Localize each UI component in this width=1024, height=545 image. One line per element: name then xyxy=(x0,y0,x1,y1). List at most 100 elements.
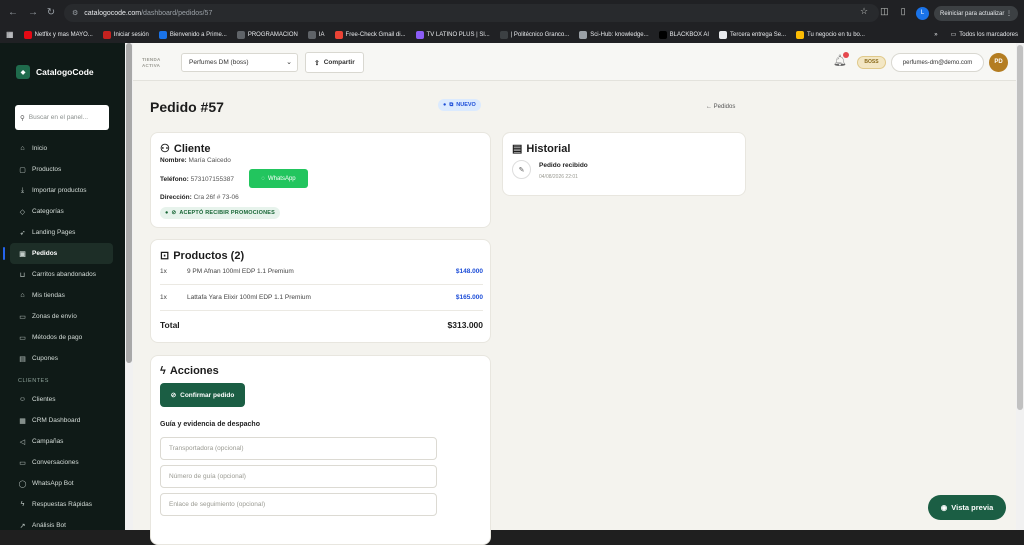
sidebar-search[interactable]: ⚲ Buscar en el panel... xyxy=(15,105,109,130)
sidebar-item-crm-dashboard[interactable]: ▦ CRM Dashboard xyxy=(10,410,113,431)
top-bar: TIENDA ACTIVA Perfumes DM (boss) ⌄ ⇪ Comp… xyxy=(133,43,1016,81)
sidebar-item-m-todos-de-pago[interactable]: ▭ Métodos de pago xyxy=(10,327,113,348)
search-placeholder: Buscar en el panel... xyxy=(28,114,89,121)
sidebar-item-label: Métodos de pago xyxy=(32,334,83,341)
sidebar-nav: ⌂ Inicio ▢ Productos ⤓ Importar productos ◇ Cat… xyxy=(3,138,113,536)
tracking-number-input[interactable]: Número de guía (opcional) xyxy=(160,465,437,488)
history-item: ✎ Pedido recibido 04/08/2026 22:01 xyxy=(512,160,588,180)
extensions-icon[interactable]: ◫ xyxy=(880,6,889,17)
role-badge: BOSS xyxy=(857,56,886,69)
bookmark-item[interactable]: Iniciar sesión xyxy=(102,30,149,39)
bookmark-item[interactable]: Free-Check Gmail di... xyxy=(334,30,406,39)
sidebar-item-importar-productos[interactable]: ⤓ Importar productos xyxy=(10,180,113,201)
brand-logo[interactable]: ◆ CatalogoCode xyxy=(16,65,94,79)
sidebar-scrollbar[interactable] xyxy=(125,43,133,530)
bookmark-item[interactable]: Sci-Hub: knowledge... xyxy=(579,30,649,39)
sidebar-item-label: Importar productos xyxy=(32,187,87,194)
sidebar-item-zonas-de-env-o[interactable]: ▭ Zonas de envío xyxy=(10,306,113,327)
check-circle-icon: ⊘ xyxy=(171,210,177,216)
bookmark-item[interactable]: Netflix y mas MAYO... xyxy=(23,30,93,39)
sidebar-item-whatsapp-bot[interactable]: ◯ WhatsApp Bot xyxy=(10,473,113,494)
share-label: Compartir xyxy=(323,59,355,66)
profile-avatar[interactable]: L xyxy=(916,7,929,20)
bookmark-item[interactable]: BLACKBOX AI xyxy=(658,30,709,39)
store-selected-value: Perfumes DM (boss) xyxy=(189,59,249,66)
bookmark-item[interactable]: PROGRAMACION xyxy=(236,30,298,39)
sidebar-item-conversaciones[interactable]: ▭ Conversaciones xyxy=(10,452,113,473)
bookmark-favicon-icon xyxy=(415,30,424,39)
sidebar-item-clientes[interactable]: ☺ Clientes xyxy=(10,389,113,410)
back-to-orders-link[interactable]: ← Pedidos xyxy=(706,104,735,110)
apps-icon[interactable]: ▦ xyxy=(6,30,14,39)
sidebar-item-landing-pages[interactable]: ➶ Landing Pages xyxy=(10,222,113,243)
sidepanel-icon[interactable]: ▯ xyxy=(901,6,906,17)
nav-icon: ☺ xyxy=(18,396,27,403)
sidebar-item-mis-tiendas[interactable]: ⌂ Mis tiendas xyxy=(10,285,113,306)
sidebar-item-carritos-abandonados[interactable]: ⊔ Carritos abandonados xyxy=(10,264,113,285)
status-badge: ● ⧉ NUEVO xyxy=(438,99,481,111)
bookmark-label: Netflix y mas MAYO... xyxy=(34,31,93,38)
sidebar-item-label: Zonas de envío xyxy=(32,313,77,320)
back-arrow-icon[interactable]: ← xyxy=(6,7,20,18)
store-select[interactable]: Perfumes DM (boss) ⌄ xyxy=(181,53,298,72)
relaunch-button[interactable]: Reiniciar para actualizar ⋮ xyxy=(934,6,1019,21)
carrier-input[interactable]: Transportadora (opcional) xyxy=(160,437,437,460)
sidebar-item-inicio[interactable]: ⌂ Inicio xyxy=(10,138,113,159)
share-button[interactable]: ⇪ Compartir xyxy=(305,52,364,73)
bookmark-label: Tercera entrega Se... xyxy=(730,31,787,38)
nav-icon: ◯ xyxy=(18,480,27,488)
client-name: Nombre: María Caicedo xyxy=(160,157,231,164)
folder-icon: ▭ xyxy=(950,32,957,38)
client-heading: ⚇ Cliente xyxy=(160,142,211,156)
nav-icon: ▢ xyxy=(19,166,26,174)
forward-arrow-icon[interactable]: → xyxy=(26,7,40,18)
bookmark-star-icon[interactable]: ☆ xyxy=(860,6,868,17)
whatsapp-button[interactable]: ◌ WhatsApp xyxy=(249,169,308,188)
history-date: 04/08/2026 22:01 xyxy=(539,174,578,180)
sidebar-item-label: WhatsApp Bot xyxy=(32,480,74,487)
user-email[interactable]: perfumes-dm@demo.com xyxy=(891,53,984,72)
bookmark-favicon-icon xyxy=(23,30,32,39)
sidebar-item-label: CRM Dashboard xyxy=(32,417,81,424)
sidebar-item-campa-as[interactable]: ◁ Campañas xyxy=(10,431,113,452)
tracking-link-input[interactable]: Enlace de seguimiento (opcional) xyxy=(160,493,437,516)
bookmark-label: PROGRAMACION xyxy=(247,31,298,38)
sidebar-item-respuestas-r-pidas[interactable]: ϟ Respuestas Rápidas xyxy=(10,494,113,515)
bookmark-item[interactable]: | Politécnico Granco... xyxy=(499,30,569,39)
status-icon: ⧉ xyxy=(449,101,454,108)
bookmark-item[interactable]: Bienvenido a Prime... xyxy=(158,30,227,39)
nav-icon: ▦ xyxy=(19,417,26,425)
relaunch-label: Reiniciar para actualizar xyxy=(940,10,1005,17)
user-avatar[interactable]: PD xyxy=(989,53,1008,72)
bookmark-favicon-icon xyxy=(158,30,167,39)
sidebar-item-categor-as[interactable]: ◇ Categorías xyxy=(10,201,113,222)
address-bar[interactable]: ⚙ catalogocode.com/dashboard/pedidos/57 xyxy=(64,4,879,22)
site-info-icon[interactable]: ⚙ xyxy=(72,9,78,17)
bookmark-item[interactable]: Tercera entrega Se... xyxy=(719,30,787,39)
nav-icon: ▣ xyxy=(19,250,26,258)
reload-icon[interactable]: ↻ xyxy=(44,7,58,18)
sidebar-item-label: Conversaciones xyxy=(32,459,79,466)
sidebar-item-cupones[interactable]: ▤ Cupones xyxy=(10,348,113,369)
nav-icon: ▭ xyxy=(19,313,26,321)
more-bookmarks-icon[interactable]: » xyxy=(934,32,937,38)
sidebar-item-an-lisis-bot[interactable]: ↗ Análisis Bot xyxy=(10,515,113,536)
bookmark-item[interactable]: IA xyxy=(307,30,325,39)
share-icon: ⇪ xyxy=(314,59,320,67)
bookmark-favicon-icon xyxy=(334,30,343,39)
bookmark-label: IA xyxy=(318,31,325,38)
nav-icon: ▭ xyxy=(19,334,26,342)
all-bookmarks[interactable]: Todos los marcadores xyxy=(959,32,1018,38)
notification-dot xyxy=(843,52,849,58)
main-scrollbar[interactable] xyxy=(1016,43,1024,530)
confirm-order-button[interactable]: ⊘ Confirmar pedido xyxy=(160,383,245,407)
bookmark-item[interactable]: Tu negocio en tu bo... xyxy=(796,30,865,39)
nav-icon: ▭ xyxy=(19,459,26,467)
sidebar-item-productos[interactable]: ▢ Productos xyxy=(10,159,113,180)
sidebar-item-pedidos[interactable]: ▣ Pedidos xyxy=(3,243,113,264)
product-row: 1x 9 PM Afnan 100ml EDP 1.1 Premium $148.0… xyxy=(160,259,483,285)
sidebar-item-label: Mis tiendas xyxy=(32,292,65,299)
nav-icon: ◇ xyxy=(19,208,26,216)
bookmark-item[interactable]: TV LATINO PLUS | Sl... xyxy=(415,30,490,39)
preview-button[interactable]: ◉ Vista previa xyxy=(928,495,1006,520)
